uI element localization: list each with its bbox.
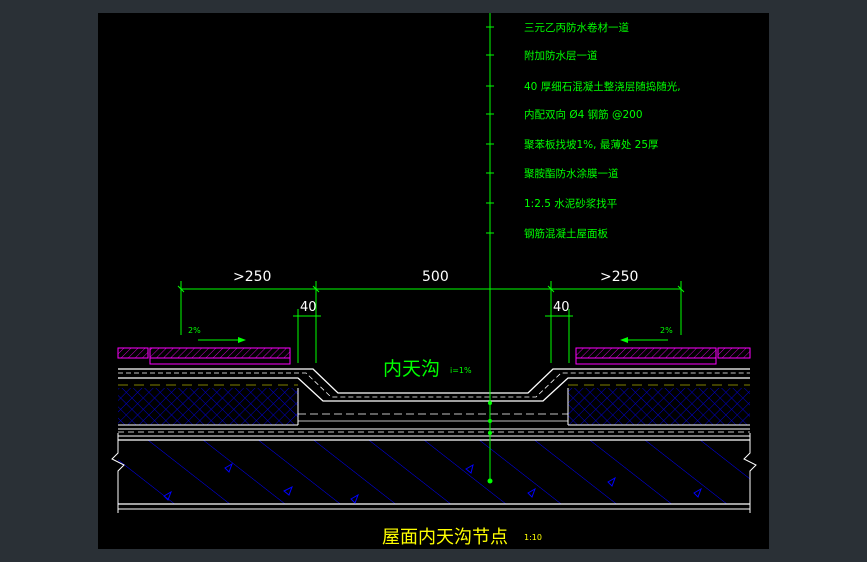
dim-left-overlap: >250 (233, 269, 271, 285)
layer-label: 聚苯板找坡1%, 最薄处 25厚 (524, 138, 659, 151)
dim-right-overlap: >250 (600, 269, 638, 285)
dim-right-offset: 40 (553, 300, 570, 315)
gutter-slope-label: i=1% (450, 366, 472, 375)
frame-bottom (0, 549, 867, 562)
dim-left-offset: 40 (300, 300, 317, 315)
drawing-scale: 1:10 (524, 533, 542, 542)
dim-center-width: 500 (422, 269, 449, 285)
layer-label: 钢筋混凝土屋面板 (524, 227, 608, 240)
mortar-layer (118, 428, 750, 437)
slope-right-label: 2% (660, 326, 673, 335)
drawing-viewport[interactable]: 三元乙丙防水卷材一道 附加防水层一道 40 厚细石混凝土整浇层随捣随光, 内配双向 Ø… (98, 13, 769, 549)
gutter-label: 内天沟 (383, 358, 440, 380)
drawing-title: 屋面内天沟节点 (382, 527, 508, 548)
frame-left (0, 0, 98, 562)
layer-callouts: 三元乙丙防水卷材一道附加防水层一道 40 厚细石混凝土整浇层随捣随光, 内配双向 Ø… (486, 21, 681, 240)
cad-drawing: 三元乙丙防水卷材一道附加防水层一道 40 厚细石混凝土整浇层随捣随光, 内配双向 Ø… (111, 13, 757, 548)
frame-top (0, 0, 867, 13)
layer-label: 1:2.5 水泥砂浆找平 (524, 197, 617, 210)
slope-left-label: 2% (188, 326, 201, 335)
slope-arrows (198, 337, 668, 343)
concrete-slab (118, 439, 750, 510)
layer-label: 附加防水层一道 (524, 49, 598, 62)
layer-label: 40 厚细石混凝土整浇层随捣随光, (524, 80, 681, 93)
leader-line (487, 13, 493, 484)
layer-label: 内配双向 Ø4 钢筋 @200 (524, 108, 643, 121)
frame-right (769, 0, 867, 562)
layer-label: 三元乙丙防水卷材一道 (524, 21, 629, 34)
layer-label: 聚胺酯防水涂膜一道 (524, 167, 619, 180)
